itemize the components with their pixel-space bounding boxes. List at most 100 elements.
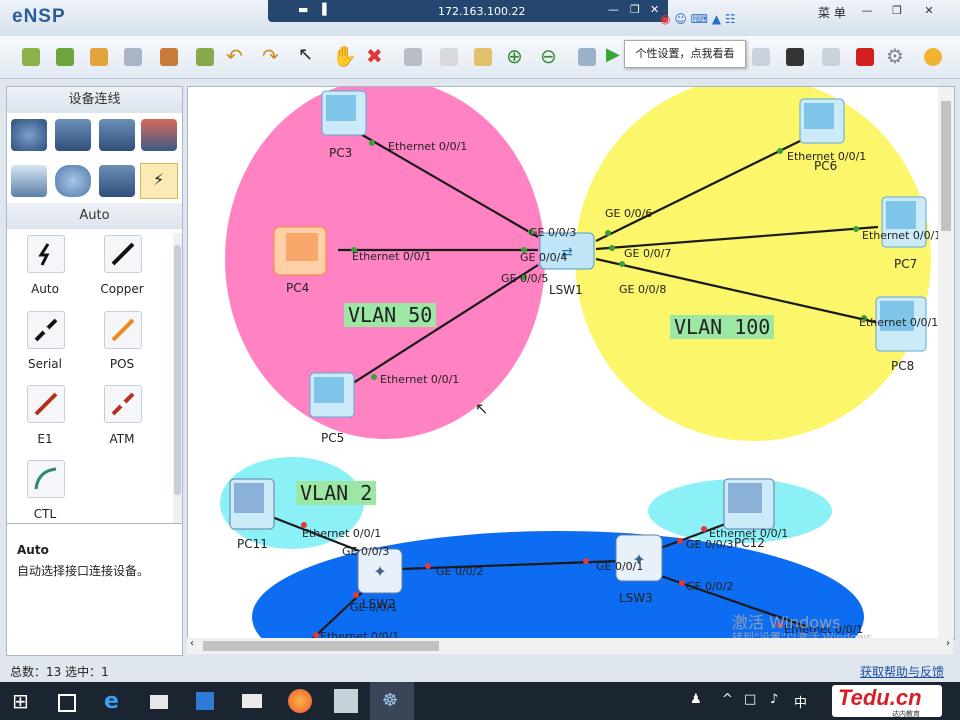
app-title: eNSP [12,6,66,27]
help-icon[interactable] [920,44,946,70]
tedu-logo: Tedu.cn 达内教育 [832,685,942,718]
ime-indicator[interactable]: 中 [794,692,807,711]
title-bar: eNSP ▬ ▐ 172.163.100.22 — ❐ ✕ ◉ ☺ ⌨ ▲ ☷ … [0,0,960,36]
wireless-category-icon[interactable] [99,119,135,151]
maximize-button[interactable]: ❐ [884,4,910,20]
vlan2-label[interactable]: VLAN 2 [296,481,377,505]
firefox-icon[interactable] [288,689,312,713]
weibo-icon[interactable]: ◉ [660,12,670,26]
device-label-pc8[interactable]: PC8 [891,359,914,373]
settings-gear-icon[interactable]: ⚙ [886,44,912,70]
ctl-cable-icon [27,460,65,498]
pin-icon[interactable]: ▬ [298,3,308,16]
grid-icon[interactable]: ☷ [725,12,736,26]
help-feedback-link[interactable]: 获取帮助与反馈 [860,663,944,680]
cable-category-icon[interactable]: ⚡ [140,163,178,199]
open-button[interactable] [86,44,112,70]
network-icon[interactable]: □ [744,692,756,707]
store-icon[interactable] [196,692,214,710]
cable-item-atm[interactable] [104,385,142,423]
save-as-button[interactable] [156,44,182,70]
vlan50-label[interactable]: VLAN 50 [344,303,437,327]
people-icon[interactable]: ♟ [690,692,702,707]
capture-button[interactable] [782,44,808,70]
new-topology-button[interactable] [18,44,44,70]
huawei-logo-icon[interactable] [852,44,878,70]
canvas-hscrollbar[interactable]: ‹ › [187,638,953,654]
tray-chevron-icon[interactable]: ^ [722,692,733,707]
scroll-right-icon[interactable]: › [946,638,950,649]
panel-scrollbar[interactable] [173,233,182,523]
status-bar: 总数：13 选中：1 获取帮助与反馈 [0,660,960,682]
edge-browser-icon[interactable]: e [104,689,128,714]
keyboard-icon[interactable]: ⌨ [691,12,708,26]
cable-label: Serial [28,357,62,371]
rd-restore-icon[interactable]: ❐ [630,3,640,16]
port-label: GE 0/0/3 [529,226,577,239]
cloud-category-icon[interactable] [55,165,91,197]
redo-icon[interactable]: ↷ [262,44,288,70]
switch-category-icon[interactable] [55,119,91,151]
shirt-icon[interactable]: ▲ [712,12,721,26]
cable-item-auto[interactable] [27,235,65,273]
cable-label: Auto [31,282,59,296]
pos-cable-icon [104,311,142,349]
cable-item-copper[interactable] [104,235,142,273]
zoom-out-icon[interactable]: ⊖ [540,44,566,70]
palette-button[interactable] [470,44,496,70]
rd-minimize-icon[interactable]: — [608,3,619,16]
port-label: GE 0/0/7 [624,247,672,260]
topology-canvas[interactable]: ⇄ ✦ ✦ ↖ VLAN 50 VLAN 100 VLAN 2 PC3 PC4 … [187,86,955,640]
app-icon[interactable] [334,689,358,713]
volume-icon[interactable]: ♪ [770,692,778,707]
close-button[interactable]: ✕ [916,4,942,20]
chat-button[interactable] [818,44,844,70]
windows-start-icon[interactable]: ⊞ [12,689,36,713]
mouse-cursor-icon: ↖ [475,399,489,418]
port-label: GE 0/0/1 [596,560,644,573]
delete-links-button[interactable] [400,44,426,70]
minimize-button[interactable]: — [854,4,880,20]
cable-item-pos[interactable] [104,311,142,349]
cable-item-e1[interactable] [27,385,65,423]
smile-icon[interactable]: ☺ [674,12,687,26]
device-label-pc3[interactable]: PC3 [329,146,352,160]
text-button[interactable] [436,44,462,70]
section-devices-title: 设备连线 [7,87,182,113]
explorer-icon[interactable] [150,695,168,709]
firewall-category-icon[interactable] [141,119,177,151]
device-label-pc4[interactable]: PC4 [286,281,309,295]
device-label-lsw3[interactable]: LSW3 [619,591,653,605]
menu-button[interactable]: 菜 单 [818,4,846,21]
cable-item-ctl[interactable] [27,460,65,498]
fit-button[interactable] [574,44,600,70]
scroll-left-icon[interactable]: ‹ [190,638,194,649]
canvas-vscrollbar[interactable] [938,87,954,639]
device-label-pc11[interactable]: PC11 [237,537,268,551]
device-panel: 设备连线 ⚡ Auto Auto Copper Serial POS E1 AT… [6,86,183,656]
port-label: Ethernet 0/0/1 [787,150,867,163]
cable-item-serial[interactable] [27,311,65,349]
router-category-icon[interactable] [11,119,47,151]
other-category-icon[interactable] [99,165,135,197]
select-pointer-icon[interactable]: ↖ [298,44,324,70]
pc-category-icon[interactable] [11,165,47,197]
topo-button[interactable] [748,44,774,70]
undo-icon[interactable]: ↶ [226,44,252,70]
pan-hand-icon[interactable]: ✋ [332,44,358,70]
save-button[interactable] [120,44,146,70]
rd-close-icon[interactable]: ✕ [650,3,659,16]
device-label-pc5[interactable]: PC5 [321,431,344,445]
port-label: GE 0/0/2 [686,580,734,593]
pc5-icon [309,372,355,418]
delete-icon[interactable]: ✖ [366,44,392,70]
ensp-taskbar-button[interactable]: ☸ [370,682,414,720]
task-view-icon[interactable] [58,694,76,712]
vlan100-label[interactable]: VLAN 100 [670,315,775,339]
device-label-lsw1[interactable]: LSW1 [549,283,583,297]
print-button[interactable] [192,44,218,70]
device-label-pc7[interactable]: PC7 [894,257,917,271]
new-example-button[interactable] [52,44,78,70]
mail-icon[interactable] [242,694,262,708]
zoom-in-icon[interactable]: ⊕ [506,44,532,70]
